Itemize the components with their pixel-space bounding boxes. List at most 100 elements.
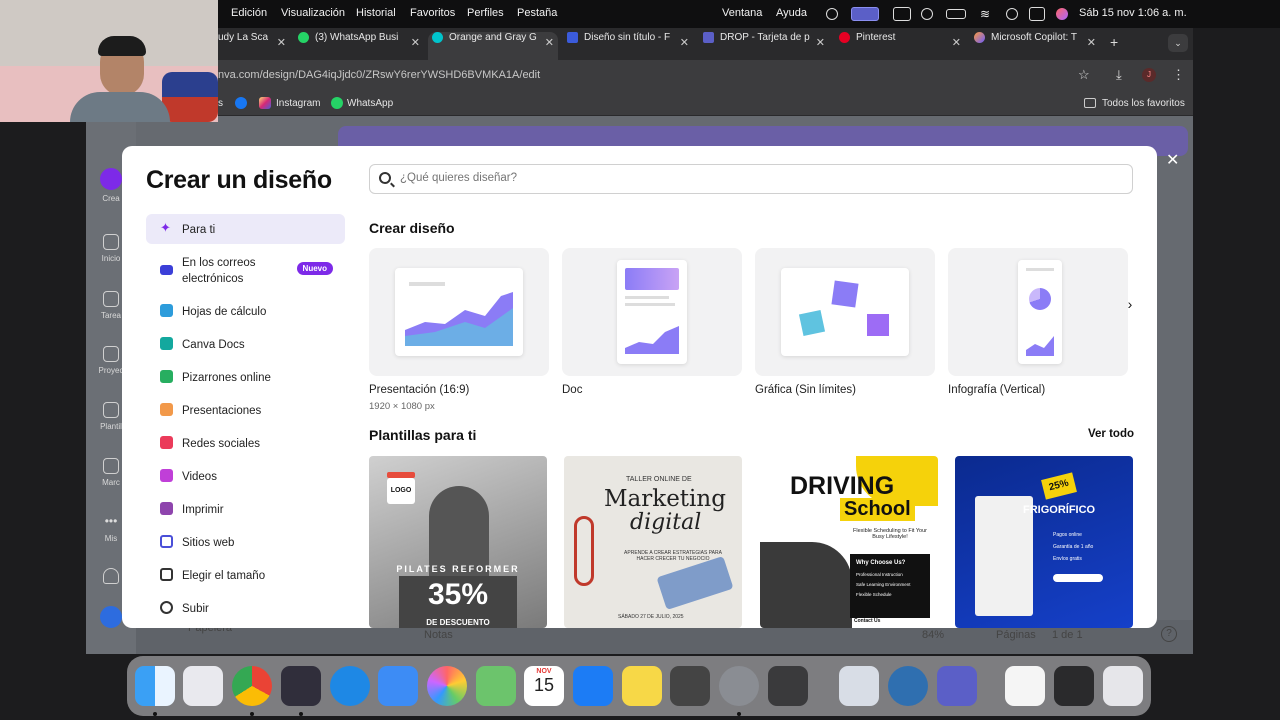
wifi-icon[interactable]: ≋ (980, 7, 990, 21)
maps-icon[interactable] (476, 666, 516, 706)
close-icon[interactable]: ✕ (277, 36, 286, 49)
category-presentations[interactable]: Presentaciones (146, 395, 345, 425)
more-menu-icon[interactable]: ⋮ (1172, 67, 1185, 83)
siri-icon[interactable] (1056, 8, 1068, 20)
trash-icon[interactable] (1103, 666, 1143, 706)
document-thumbnail[interactable] (1005, 666, 1045, 706)
bookmark-whatsapp[interactable]: WhatsApp (347, 98, 393, 109)
design-card-graphic[interactable] (755, 248, 935, 376)
bookmark-star-icon[interactable]: ☆ (1078, 67, 1090, 83)
browser-tab[interactable]: DROP - Tarjeta de p ✕ (699, 32, 829, 56)
download-icon[interactable]: ⤓ (1116, 67, 1122, 83)
close-icon[interactable]: ✕ (1087, 36, 1096, 49)
close-icon[interactable]: ✕ (816, 36, 825, 49)
design-card-presentation[interactable] (369, 248, 549, 376)
category-para-ti[interactable]: ✦ Para ti (146, 214, 345, 244)
category-print[interactable]: Imprimir (146, 494, 345, 524)
launchpad-icon[interactable] (183, 666, 223, 706)
browser-tab[interactable]: Pinterest ✕ (835, 32, 965, 56)
menu-perfiles[interactable]: Perfiles (467, 7, 504, 19)
template-card-driving[interactable]: DRIVING School Flexible Scheduling to Fi… (760, 456, 938, 628)
spotlight-icon[interactable] (1006, 8, 1018, 20)
menu-historial[interactable]: Historial (356, 7, 396, 19)
design-card-doc[interactable] (562, 248, 742, 376)
finder-icon[interactable] (135, 666, 175, 716)
close-icon[interactable]: ✕ (1166, 150, 1179, 170)
battery-icon[interactable] (946, 9, 966, 19)
square-shape (831, 280, 859, 308)
safari-icon[interactable] (330, 666, 370, 706)
template-card-pilates[interactable]: LOGO PILATES REFORMER 35% DE DESCUENTO (369, 456, 547, 628)
status-icon[interactable] (826, 8, 838, 20)
category-upload[interactable]: Subir (146, 593, 345, 623)
zoom-level[interactable]: 84% (922, 629, 944, 641)
notes-label[interactable]: Notas (424, 629, 453, 641)
control-center-icon[interactable] (1029, 7, 1045, 21)
tab-title: Pinterest (856, 32, 896, 43)
play-icon[interactable] (921, 8, 933, 20)
menubar-clock[interactable]: Sáb 15 nov 1:06 a. m. (1079, 7, 1187, 19)
pages-label[interactable]: Páginas (996, 629, 1036, 641)
app-store-icon[interactable] (573, 666, 613, 706)
new-tab-icon[interactable]: + (1110, 34, 1118, 50)
calculator-icon[interactable] (768, 666, 808, 706)
menu-favoritos[interactable]: Favoritos (410, 7, 455, 19)
menu-ventana[interactable]: Ventana (722, 7, 762, 19)
close-icon[interactable]: ✕ (545, 36, 554, 49)
notes-icon[interactable] (622, 666, 662, 706)
design-search[interactable] (369, 164, 1133, 194)
design-card-infographic[interactable] (948, 248, 1128, 376)
category-docs[interactable]: Canva Docs (146, 329, 345, 359)
template-text: Flexible Schedule (856, 592, 892, 597)
browser-tab[interactable]: Microsoft Copilot: T ✕ (970, 32, 1100, 56)
calendar-icon[interactable]: NOV 15 (524, 666, 564, 706)
design-label: Gráfica (Sin límites) (755, 384, 856, 396)
browser-tab[interactable]: (3) WhatsApp Busi ✕ (294, 32, 424, 56)
all-bookmarks[interactable]: Todos los favoritos (1102, 98, 1185, 109)
bookmark-item[interactable]: s (218, 98, 223, 109)
profile-avatar[interactable]: J (1142, 68, 1156, 82)
search-input[interactable] (400, 172, 1100, 184)
obs-icon[interactable] (281, 666, 321, 716)
menu-edicion[interactable]: Edición (231, 7, 267, 19)
close-icon[interactable]: ✕ (411, 36, 420, 49)
template-card-marketing[interactable]: TALLER ONLINE DE Marketing digital APREN… (564, 456, 742, 628)
settings-icon[interactable] (719, 666, 759, 716)
menu-visualizacion[interactable]: Visualización (281, 7, 345, 19)
template-card-fridge[interactable]: 25% FRIGORÍFICO Pagos online Garantía de… (955, 456, 1133, 628)
menu-ayuda[interactable]: Ayuda (776, 7, 807, 19)
preview-icon[interactable] (839, 666, 879, 706)
see-all-link[interactable]: Ver todo (1088, 428, 1134, 440)
screen-share-icon[interactable] (851, 7, 879, 21)
close-icon[interactable]: ✕ (952, 36, 961, 49)
chrome-icon[interactable] (232, 666, 272, 716)
category-spreadsheets[interactable]: Hojas de cálculo (146, 296, 345, 326)
help-icon[interactable]: ? (1161, 626, 1177, 642)
template-title: Marketing (604, 486, 726, 512)
tab-search-icon[interactable]: ⌄ (1168, 34, 1188, 52)
category-social[interactable]: Redes sociales (146, 428, 345, 458)
browser-tab-active[interactable]: Orange and Gray G ✕ (428, 32, 558, 60)
iphone-mirroring-icon[interactable] (670, 666, 710, 706)
quicktime-icon[interactable] (888, 666, 928, 706)
category-whiteboards[interactable]: Pizarrones online (146, 362, 345, 392)
teams-icon[interactable] (937, 666, 977, 706)
keyboard-icon[interactable] (893, 7, 911, 21)
person-shirt (70, 92, 170, 122)
screenshot-thumbnail[interactable] (1054, 666, 1094, 706)
category-videos[interactable]: Videos (146, 461, 345, 491)
create-design-heading: Crear diseño (369, 220, 455, 236)
url-field[interactable]: nva.com/design/DAG4iqJjdc0/ZRswY6rerYWSH… (218, 69, 540, 81)
photos-icon[interactable] (427, 666, 467, 706)
chevron-right-icon[interactable]: › (1120, 296, 1140, 316)
category-custom-size[interactable]: Elegir el tamaño (146, 560, 345, 590)
browser-tab[interactable]: Diseño sin título - F ✕ (563, 32, 693, 56)
bookmark-instagram[interactable]: Instagram (276, 98, 320, 109)
category-emails[interactable]: En los correos electrónicos Nuevo (146, 252, 345, 292)
category-websites[interactable]: Sitios web (146, 527, 345, 557)
facebook-icon[interactable] (235, 97, 247, 109)
menu-pestana[interactable]: Pestaña (517, 7, 557, 19)
mail-icon[interactable] (378, 666, 418, 706)
browser-tab[interactable]: udy La Sca ✕ (218, 32, 290, 56)
close-icon[interactable]: ✕ (680, 36, 689, 49)
